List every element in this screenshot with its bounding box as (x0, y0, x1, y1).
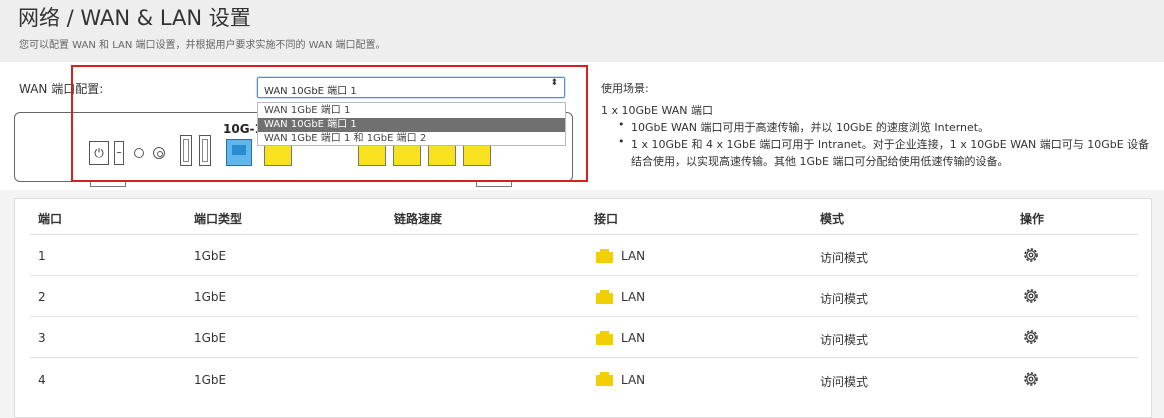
col-header-port: 端口 (38, 212, 63, 226)
cell-mode: 访问模式 (820, 292, 869, 306)
col-header-type: 端口类型 (194, 212, 243, 226)
gear-icon[interactable] (1022, 287, 1040, 305)
page-title: 网络 / WAN & LAN 设置 (18, 6, 251, 30)
cell-interface: LAN (621, 290, 646, 304)
cell-type: 1GbE (194, 290, 227, 304)
usage-title: 使用场景: (601, 82, 649, 95)
cell-type: 1GbE (194, 373, 227, 387)
cell-mode: 访问模式 (820, 251, 869, 265)
usage-scenario: 1 x 10GbE WAN 端口 (601, 104, 713, 117)
cell-type: 1GbE (194, 249, 227, 263)
page-subtitle: 您可以配置 WAN 和 LAN 端口设置，并根据用户要求实施不同的 WAN 端口… (19, 40, 386, 51)
gear-icon[interactable] (1022, 328, 1040, 346)
cell-interface: LAN (621, 249, 646, 263)
bullet-icon: • (618, 118, 625, 131)
usage-bullet-text: 10GbE WAN 端口可用于高速传输，并以 10GbE 的速度浏览 Inter… (631, 121, 990, 134)
usage-bullet-text: 1 x 10GbE 和 4 x 1GbE 端口可用于 Intranet。对于企业… (631, 138, 1150, 151)
cell-port: 3 (38, 331, 46, 345)
cell-port: 1 (38, 249, 46, 263)
cell-interface: LAN (621, 331, 646, 345)
cell-interface: LAN (621, 373, 646, 387)
col-header-interface: 接口 (594, 212, 619, 226)
col-header-action: 操作 (1020, 212, 1045, 226)
cell-type: 1GbE (194, 331, 227, 345)
page-header: 网络 / WAN & LAN 设置 您可以配置 WAN 和 LAN 端口设置，并… (0, 0, 1164, 62)
usage-bullet-text: 结合使用，以实现高速传输。其他 1GbE 端口可分配给使用低速传输的设备。 (631, 155, 1009, 168)
col-header-mode: 模式 (820, 212, 845, 226)
highlight-box (71, 65, 588, 182)
bullet-icon: • (618, 135, 625, 148)
cell-mode: 访问模式 (820, 333, 869, 347)
cell-port: 4 (38, 373, 46, 387)
gear-icon[interactable] (1022, 246, 1040, 264)
cell-mode: 访问模式 (820, 375, 869, 389)
gear-icon[interactable] (1022, 370, 1040, 388)
lan-icon (596, 331, 613, 345)
lan-icon (596, 249, 613, 263)
cell-port: 2 (38, 290, 46, 304)
col-header-speed: 链路速度 (394, 212, 443, 226)
lan-icon (596, 290, 613, 304)
lan-icon (596, 372, 613, 386)
